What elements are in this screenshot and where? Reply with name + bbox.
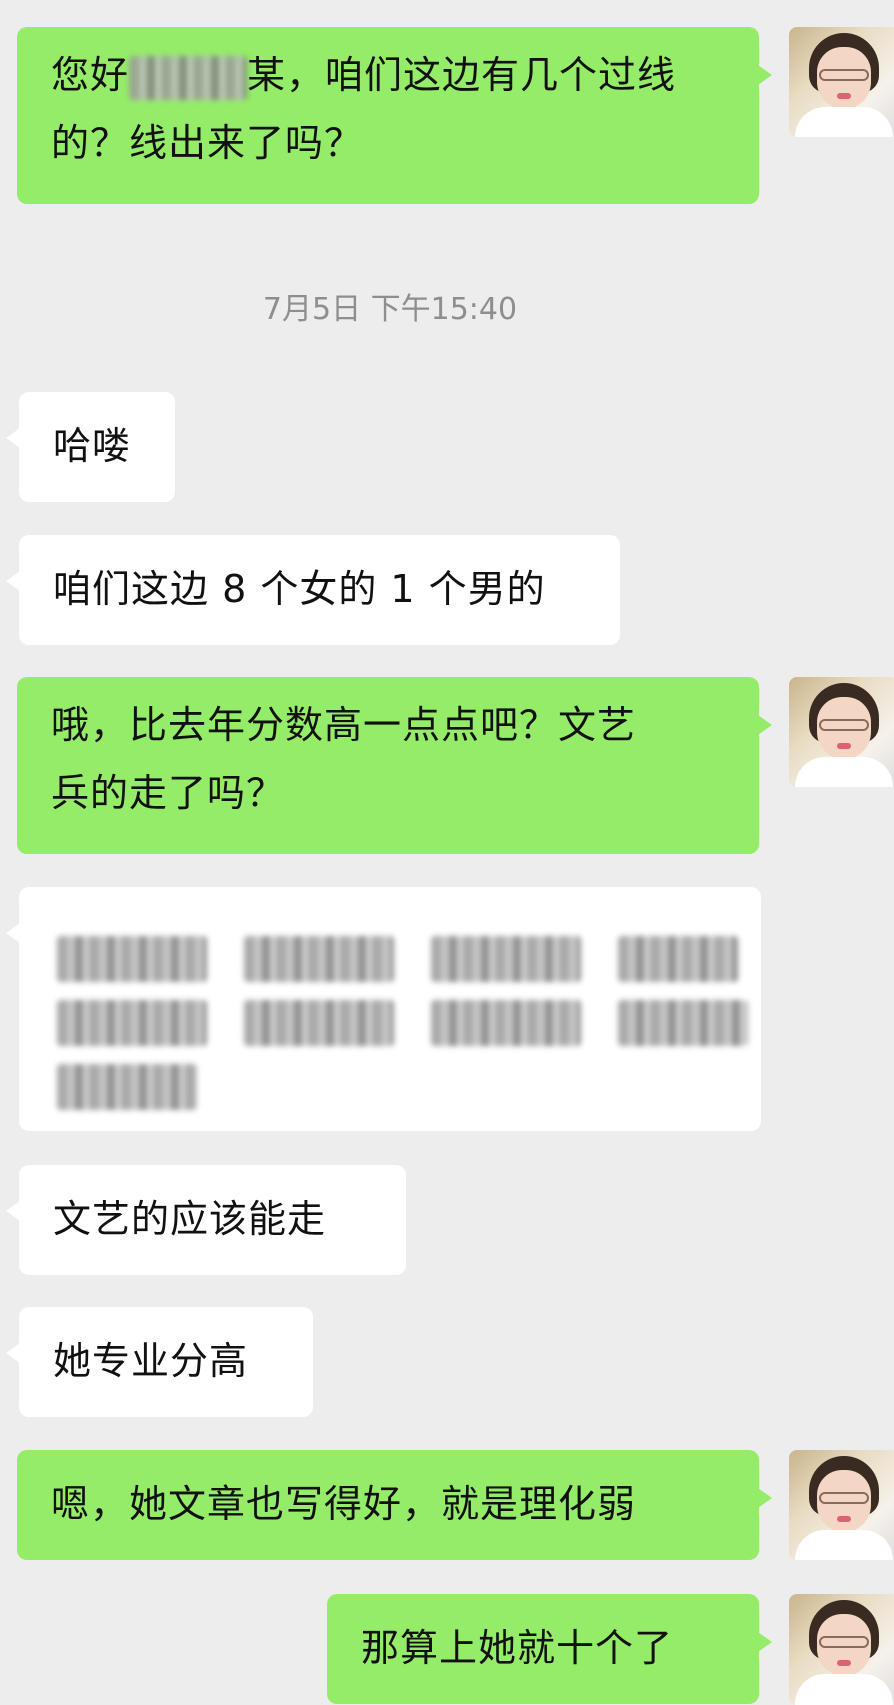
chat-bubble-me[interactable]: 那算上她就十个了 [327, 1594, 772, 1704]
chat-bubble-other[interactable]: 她专业分高 [6, 1307, 313, 1417]
redacted-text [57, 1050, 257, 1110]
chat-bubble-other[interactable]: 文艺的应该能走 [6, 1165, 406, 1275]
redacted-text [57, 986, 757, 1046]
avatar[interactable] [789, 1594, 894, 1705]
bubble-line: 您好 某，咱们这边有几个过线 [51, 41, 729, 109]
bubble-text: 嗯，她文章也写得好，就是理化弱 [51, 1482, 637, 1526]
bubble-text: 的？线出来了吗？ [51, 121, 364, 165]
avatar[interactable] [789, 677, 894, 787]
bubble-text: 您好 [51, 53, 130, 97]
bubble-text: 咱们这边 8 个女的 1 个男的 [53, 567, 546, 611]
chat-timestamp: 7月5日 下午15:40 [262, 292, 518, 327]
bubble-text: 她专业分高 [53, 1339, 249, 1383]
chat-bubble-me[interactable]: 哦，比去年分数高一点点吧？文艺 兵的走了吗？ [17, 677, 772, 854]
redacted-name [129, 55, 248, 100]
chat-bubble-me[interactable]: 嗯，她文章也写得好，就是理化弱 [17, 1450, 772, 1560]
bubble-text: 某，咱们这边有几个过线 [247, 53, 677, 97]
bubble-text: 哈喽 [53, 424, 132, 468]
bubble-text: 兵的走了吗？ [51, 771, 286, 815]
chat-bubble-other-redacted[interactable] [6, 887, 761, 1131]
bubble-text: 那算上她就十个了 [361, 1626, 674, 1670]
avatar[interactable] [789, 27, 894, 137]
chat-bubble-me[interactable]: 您好 某，咱们这边有几个过线 的？线出来了吗？ [17, 27, 772, 204]
bubble-text: 文艺的应该能走 [53, 1197, 327, 1241]
redacted-text [57, 922, 757, 982]
bubble-text: 哦，比去年分数高一点点吧？文艺 [51, 703, 637, 747]
avatar[interactable] [789, 1450, 894, 1560]
chat-bubble-other[interactable]: 咱们这边 8 个女的 1 个男的 [6, 535, 620, 645]
chat-bubble-other[interactable]: 哈喽 [6, 392, 175, 502]
